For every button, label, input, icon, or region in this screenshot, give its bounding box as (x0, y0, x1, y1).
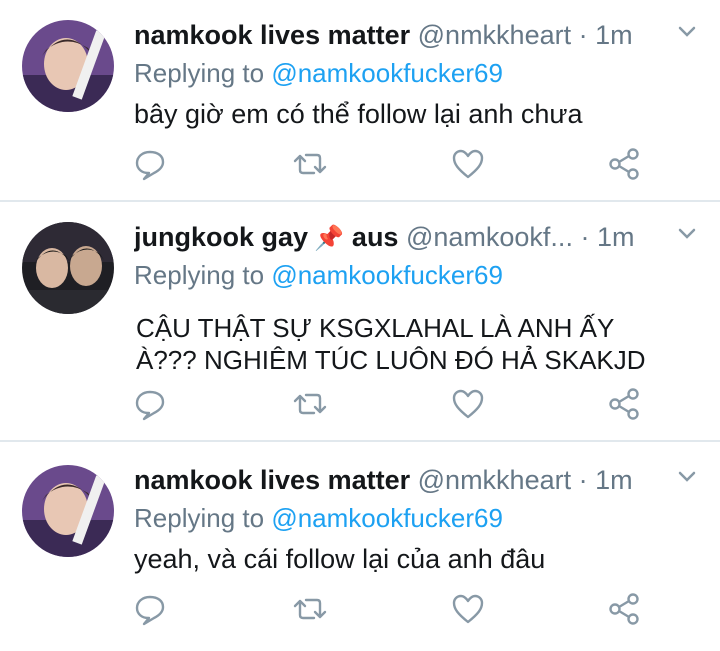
user-handle[interactable]: @nmkkheart (418, 465, 571, 495)
tweet-text-line: À??? NGHIÊM TÚC LUÔN ĐÓ HẢ SKAKJD (136, 345, 646, 375)
tweet-actions (0, 386, 720, 426)
pushpin-icon: 📌 (314, 225, 344, 252)
avatar[interactable] (22, 465, 114, 557)
reply-prefix: Replying to (134, 260, 265, 290)
chevron-down-icon[interactable] (678, 228, 696, 240)
tweet-header: jungkook gay 📌 aus @namkookf... · 1m (134, 220, 660, 254)
display-name[interactable]: namkook lives matter (134, 465, 410, 495)
reply-context: Replying to @namkookfucker69 (134, 258, 503, 292)
display-name-suffix[interactable]: aus (352, 222, 399, 252)
display-name[interactable]: jungkook gay (134, 222, 308, 252)
chevron-down-icon[interactable] (678, 26, 696, 38)
tweet-actions (0, 146, 720, 186)
share-icon[interactable] (606, 146, 642, 182)
avatar[interactable] (22, 222, 114, 314)
display-name[interactable]: namkook lives matter (134, 20, 410, 50)
divider (0, 440, 720, 442)
user-handle[interactable]: @namkookf... (406, 222, 573, 252)
chevron-down-icon[interactable] (678, 471, 696, 483)
tweet[interactable]: namkook lives matter @nmkkheart · 1m Rep… (0, 445, 720, 651)
reply-prefix: Replying to (134, 503, 265, 533)
like-icon[interactable] (450, 591, 486, 627)
like-icon[interactable] (450, 146, 486, 182)
share-icon[interactable] (606, 591, 642, 627)
reply-prefix: Replying to (134, 58, 265, 88)
separator: · (580, 222, 590, 252)
avatar[interactable] (22, 20, 114, 112)
retweet-icon[interactable] (292, 146, 328, 182)
reply-mention-link[interactable]: @namkookfucker69 (271, 58, 503, 88)
timestamp[interactable]: 1m (597, 222, 635, 252)
tweet[interactable]: namkook lives matter @nmkkheart · 1m Rep… (0, 0, 720, 200)
timestamp[interactable]: 1m (595, 465, 633, 495)
timestamp[interactable]: 1m (595, 20, 633, 50)
like-icon[interactable] (450, 386, 486, 422)
retweet-icon[interactable] (292, 591, 328, 627)
tweet-text: bây giờ em có thể follow lại anh chưa (134, 99, 583, 129)
tweet-header: namkook lives matter @nmkkheart · 1m (134, 463, 660, 497)
separator: · (578, 20, 588, 50)
tweet-text: CẬU THẬT SỰ KSGXLAHAL LÀ ANH ẤY À??? NGH… (136, 312, 646, 376)
reply-context: Replying to @namkookfucker69 (134, 56, 503, 90)
tweet[interactable]: jungkook gay 📌 aus @namkookf... · 1m Reply… (0, 202, 720, 440)
reply-mention-link[interactable]: @namkookfucker69 (271, 260, 503, 290)
reply-icon[interactable] (132, 591, 168, 627)
reply-icon[interactable] (132, 386, 168, 422)
tweet-actions (0, 591, 720, 631)
user-handle[interactable]: @nmkkheart (418, 20, 571, 50)
tweet-header: namkook lives matter @nmkkheart · 1m (134, 18, 660, 52)
reply-icon[interactable] (132, 146, 168, 182)
share-icon[interactable] (606, 386, 642, 422)
separator: · (578, 465, 588, 495)
reply-mention-link[interactable]: @namkookfucker69 (271, 503, 503, 533)
retweet-icon[interactable] (292, 386, 328, 422)
tweet-text: yeah, và cái follow lại của anh đâu (134, 544, 546, 574)
reply-context: Replying to @namkookfucker69 (134, 501, 503, 535)
tweet-text-line: CẬU THẬT SỰ KSGXLAHAL LÀ ANH ẤY (136, 313, 615, 343)
